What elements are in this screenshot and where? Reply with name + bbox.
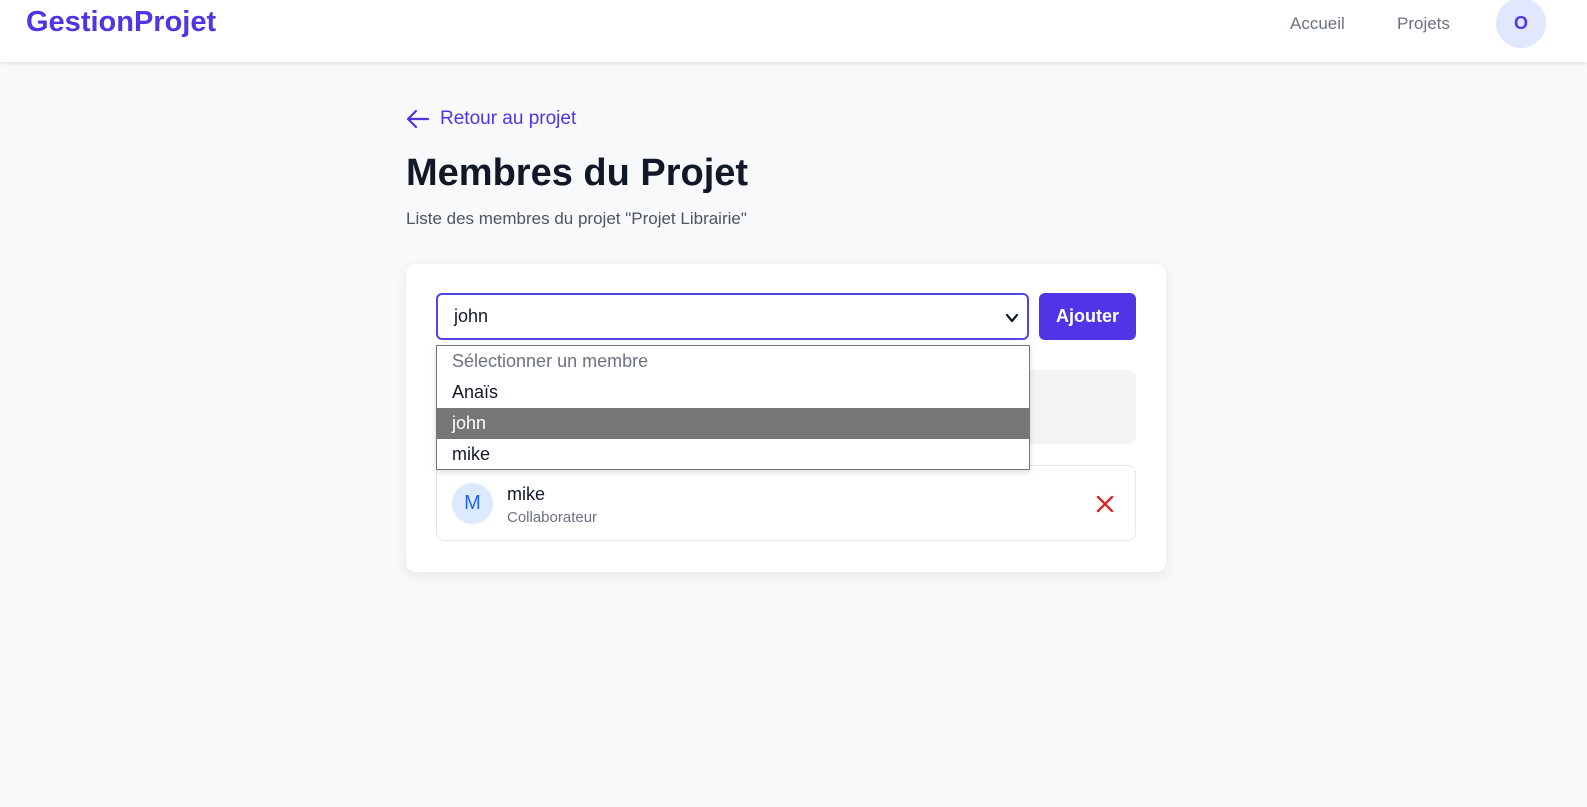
dropdown-option-placeholder[interactable]: Sélectionner un membre: [437, 346, 1029, 377]
top-navbar: GestionProjet Accueil Projets O: [0, 0, 1587, 62]
member-select-dropdown: Sélectionner un membre Anaïs john mike: [436, 345, 1030, 470]
member-list-item: M mike Collaborateur: [436, 465, 1136, 541]
member-select[interactable]: john: [436, 293, 1029, 340]
brand-logo[interactable]: GestionProjet: [26, 6, 216, 39]
dropdown-option-anais[interactable]: Anaïs: [437, 377, 1029, 408]
member-name: mike: [507, 484, 546, 504]
member-role: Collaborateur: [507, 509, 598, 526]
page-subtitle: Liste des membres du projet "Projet Libr…: [406, 209, 747, 228]
close-icon: [1094, 495, 1116, 518]
member-select-value: john: [454, 306, 489, 326]
nav-link-home[interactable]: Accueil: [1290, 14, 1345, 34]
arrow-left-icon: [406, 109, 430, 129]
dropdown-option-mike[interactable]: mike: [437, 439, 1029, 470]
member-avatar: M: [452, 483, 493, 524]
back-link-label: Retour au projet: [440, 108, 577, 129]
page-title: Membres du Projet: [406, 152, 749, 194]
back-to-project-link[interactable]: Retour au projet: [406, 105, 576, 133]
dropdown-option-john[interactable]: john: [437, 408, 1029, 439]
nav-link-projects[interactable]: Projets: [1397, 14, 1450, 34]
user-avatar[interactable]: O: [1496, 0, 1546, 48]
chevron-down-icon: [1005, 309, 1019, 330]
remove-member-button[interactable]: [1094, 493, 1116, 515]
add-member-button[interactable]: Ajouter: [1039, 293, 1136, 340]
